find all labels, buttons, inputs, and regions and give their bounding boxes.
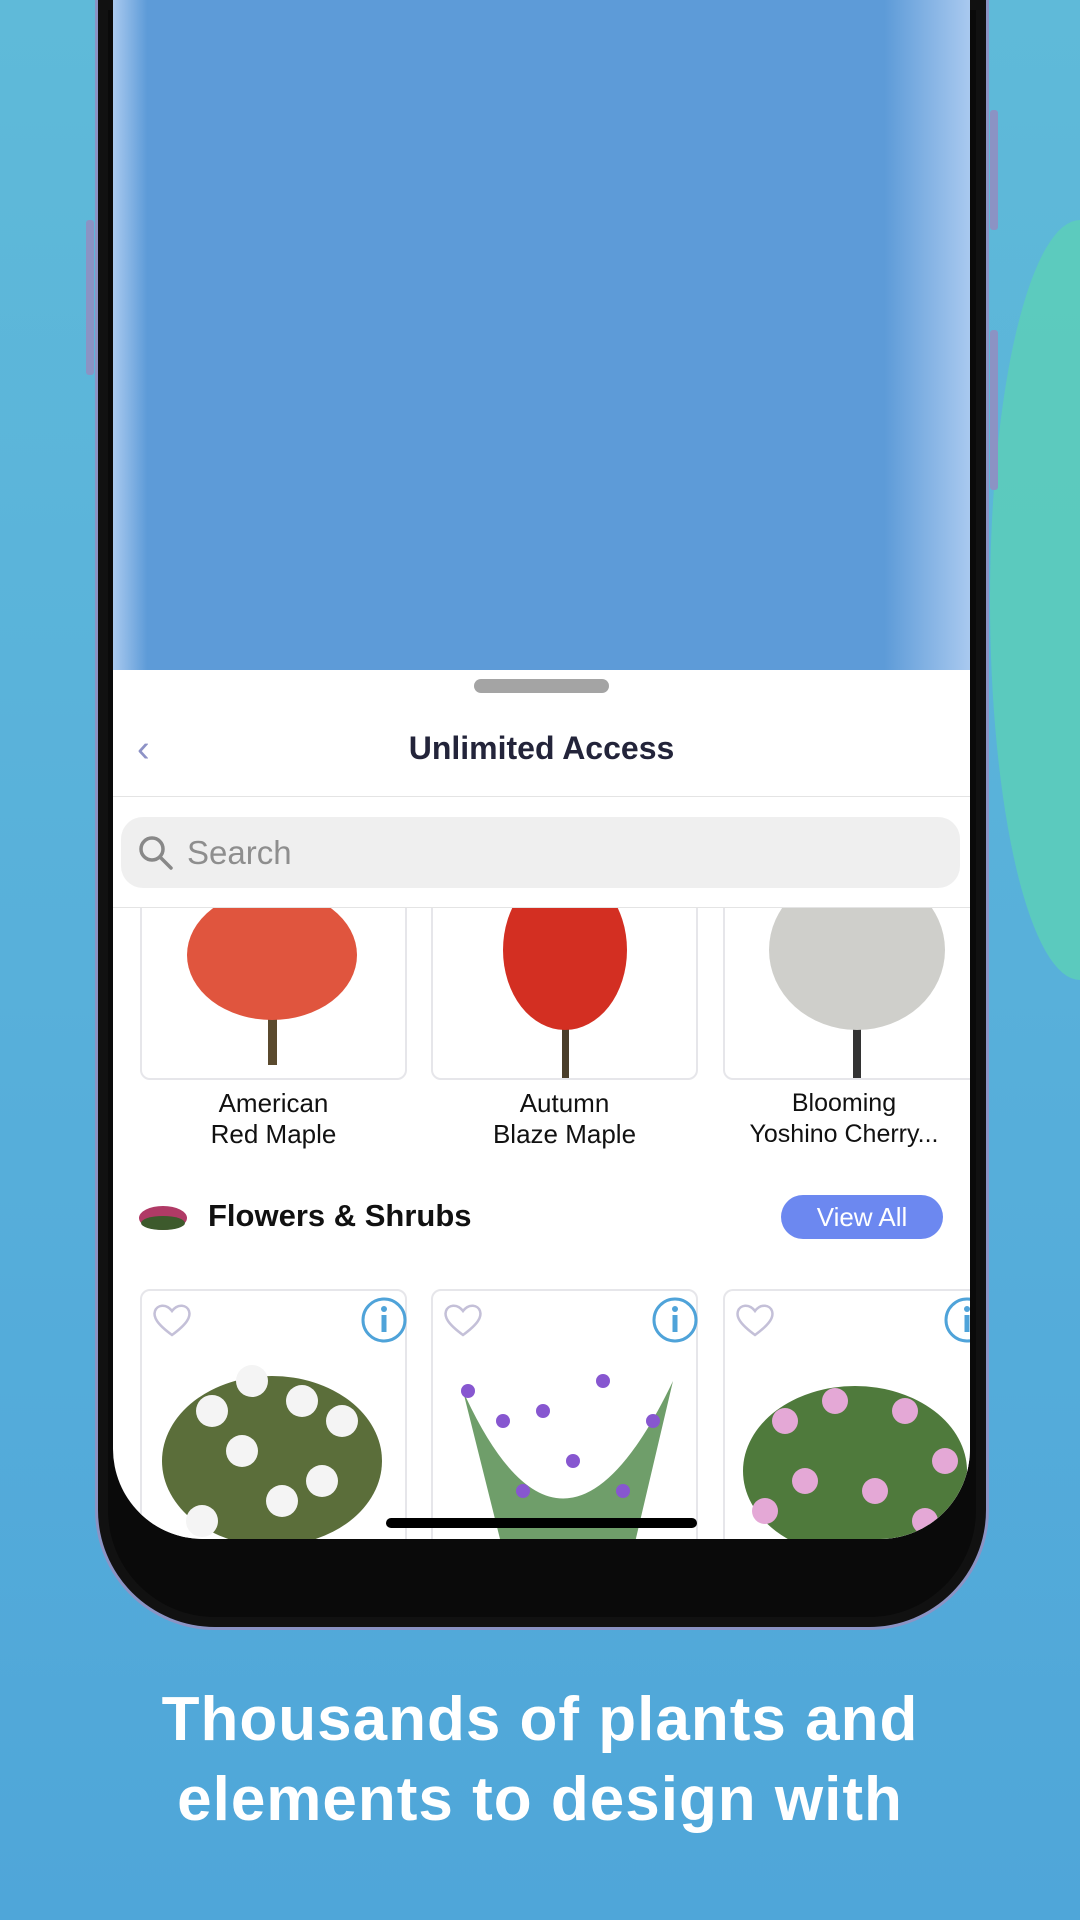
tree-label: American Red Maple [210,1088,337,1149]
divider [113,796,970,797]
phone-volume-button [86,220,94,375]
page-title: Unlimited Access [408,730,675,766]
tree-label: Blooming Yoshino Cherry... [749,1089,939,1148]
section-title: Flowers & Shrubs [208,1198,472,1233]
section-header: Flowers & Shrubs [138,1198,472,1234]
phone-side-button [990,110,998,230]
flowers-shrubs-icon [139,1206,187,1230]
tree-card-blooming-yoshino-cherry[interactable] [723,908,970,1080]
view-all-button[interactable]: View All [781,1195,943,1239]
heart-icon[interactable] [151,1301,193,1339]
info-icon[interactable] [943,1296,970,1344]
catalog-scroll[interactable]: American Red Maple Autumn Blaze Maple Bloo… [113,908,970,1539]
heart-icon[interactable] [734,1301,776,1339]
info-icon[interactable] [360,1296,408,1344]
home-indicator[interactable] [386,1518,697,1528]
phone-screen: ‹ Unlimited Access AmericanRed Maple Aut… [113,0,970,1539]
preview-area [113,0,970,670]
tree-image [503,908,627,1078]
search-bar[interactable] [121,817,960,888]
info-icon[interactable] [651,1296,699,1344]
phone-power-button [990,330,998,490]
tree-card-american-red-maple[interactable] [140,908,407,1080]
tree-image [187,908,357,1065]
promo-caption: Thousands of plants and elements to desig… [161,1685,919,1834]
search-input[interactable] [187,833,887,872]
tree-card-autumn-blaze-maple[interactable] [431,908,698,1080]
tree-image [769,908,945,1078]
background-shape [990,220,1080,980]
search-icon [139,835,173,870]
tree-label: Autumn Blaze Maple [492,1088,637,1149]
sheet-drag-handle[interactable] [474,679,609,693]
heart-icon[interactable] [442,1301,484,1339]
